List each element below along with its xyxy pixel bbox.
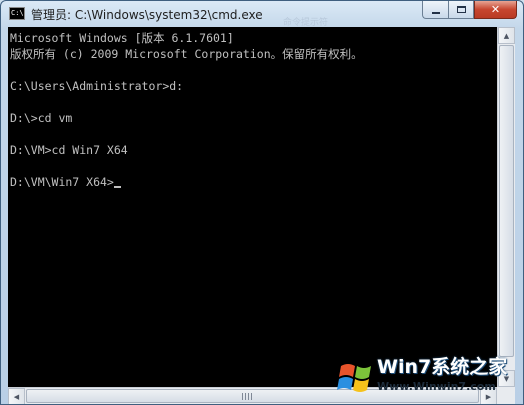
console-line: D:\>cd vm [10,111,73,125]
window-controls: ✕ [422,1,517,19]
console-line: C:\Users\Administrator>d: [10,79,184,93]
minimize-icon [431,11,440,14]
vertical-scroll-thumb[interactable] [499,45,514,357]
console-line: D:\VM>cd Win7 X64 [10,143,128,157]
close-button[interactable]: ✕ [474,1,517,19]
scroll-up-button[interactable]: ▲ [498,27,515,44]
scroll-left-button[interactable]: ◀ [8,388,25,404]
title-bar[interactable]: C:\ 管理员: C:\Windows\system32\cmd.exe 命令提… [1,1,523,28]
watermark-url: Www.Winwin7.com [377,380,496,393]
watermark-brand: Win7系统之家 [377,356,508,378]
site-watermark: Win7系统之家 Www.Winwin7.com [337,346,523,404]
text-cursor [113,186,121,188]
windows-logo-icon [337,364,371,392]
console-line: 版权所有 (c) 2009 Microsoft Corporation。保留所有… [10,47,363,61]
console-output[interactable]: Microsoft Windows [版本 6.1.7601] 版权所有 (c)… [8,27,497,387]
window-title: 管理员: C:\Windows\system32\cmd.exe [31,8,263,22]
left-arrow-icon: ◀ [13,392,20,401]
grip-icon [242,393,252,400]
close-icon: ✕ [490,3,501,16]
console-line: Microsoft Windows [版本 6.1.7601] [10,31,234,45]
cmd-app-icon[interactable]: C:\ [9,7,25,20]
maximize-button[interactable] [448,1,474,19]
maximize-icon [456,6,466,13]
console-prompt: D:\VM\Win7 X64> [10,175,114,189]
console-prompt-line[interactable]: D:\VM\Win7 X64> [10,174,497,190]
minimize-button[interactable] [422,1,448,19]
cmd-window: C:\ 管理员: C:\Windows\system32\cmd.exe 命令提… [0,0,524,405]
vertical-scrollbar[interactable]: ▲ ▼ [497,27,515,387]
up-arrow-icon: ▲ [503,31,510,40]
